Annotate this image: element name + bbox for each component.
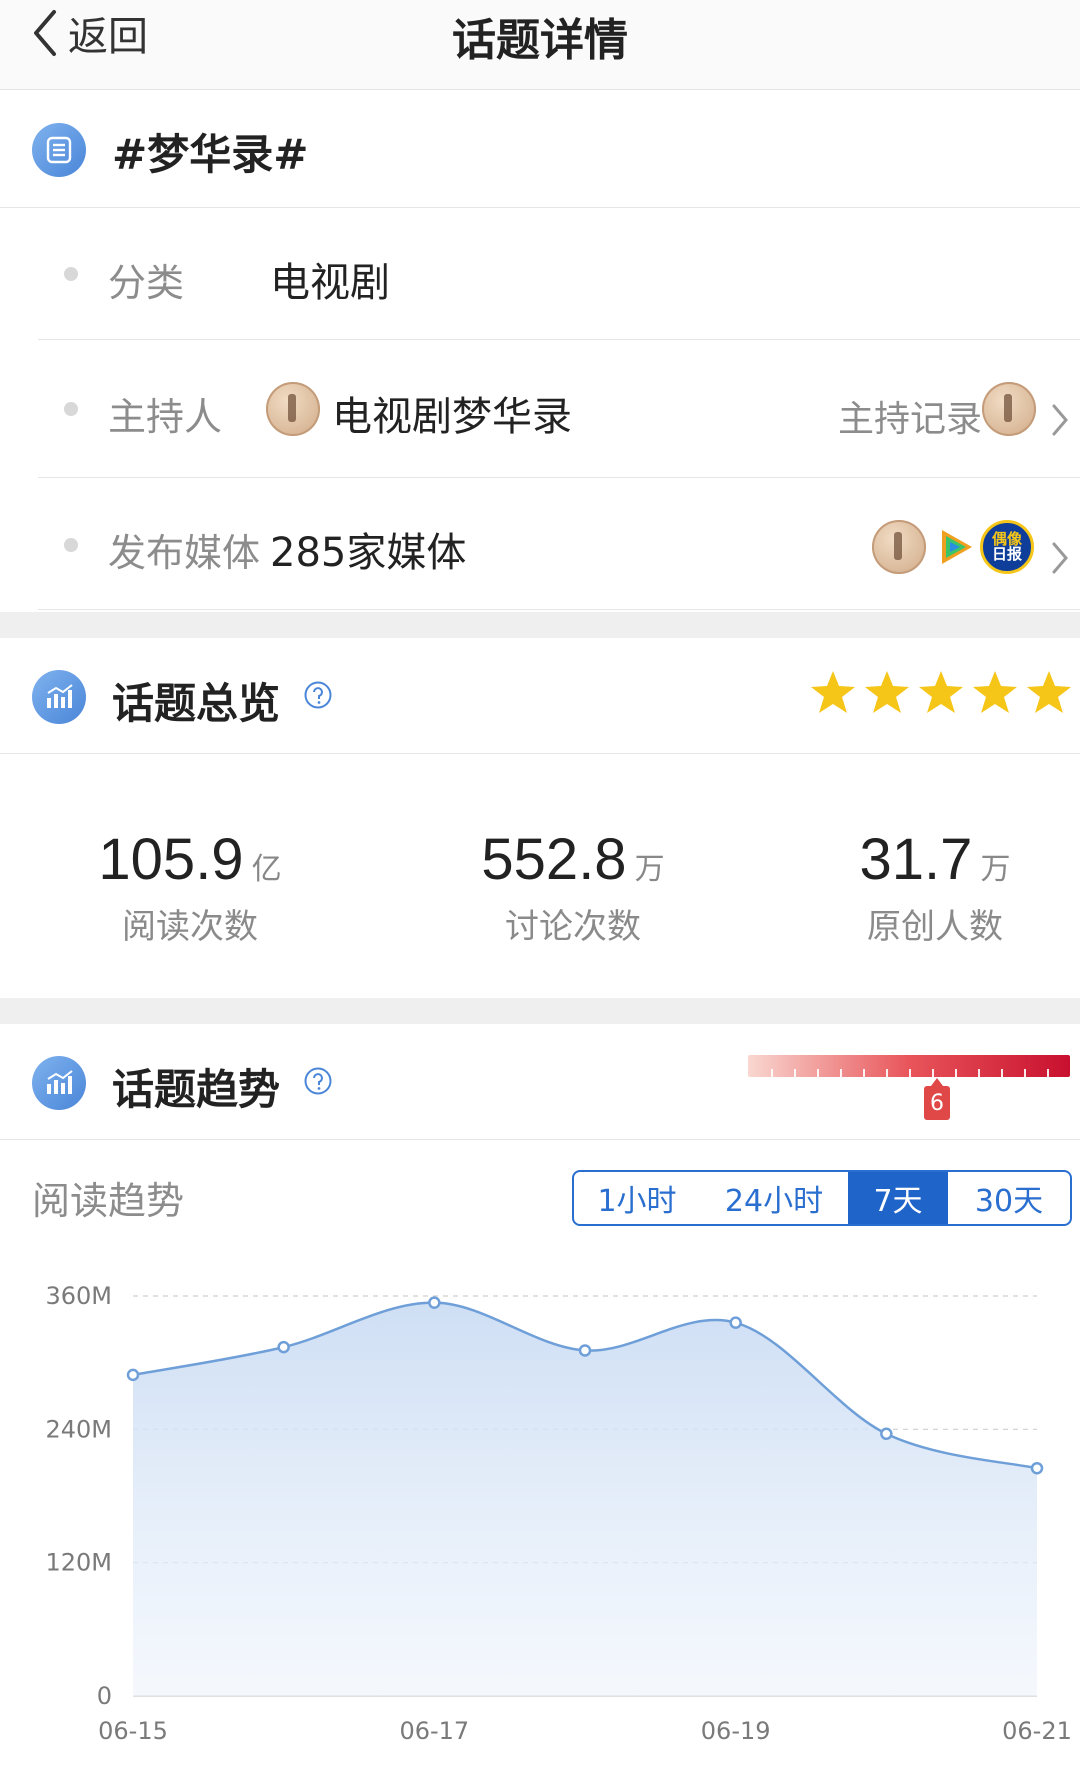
section-divider	[0, 998, 1080, 1024]
star-icon	[865, 671, 909, 713]
bullet-dot	[64, 538, 78, 552]
heat-tick	[1001, 1069, 1003, 1077]
heat-tick	[817, 1069, 819, 1077]
stat-original-label: 原创人数	[867, 907, 1003, 947]
section-divider	[0, 612, 1080, 638]
heat-tick	[932, 1069, 934, 1077]
star-icon	[811, 671, 855, 713]
category-value: 电视剧	[270, 260, 390, 306]
trend-title: 话题趋势	[112, 1065, 281, 1114]
media-value: 285家媒体	[270, 530, 467, 576]
chevron-right-icon	[1052, 542, 1068, 574]
heat-level-bar	[748, 1055, 1070, 1077]
chevron-right-icon	[1052, 404, 1068, 436]
category-label: 分类	[108, 261, 185, 305]
host-row[interactable]: 主持人 电视剧梦华录 主持记录	[38, 340, 1080, 478]
star-icon	[919, 671, 963, 713]
bullet-dot	[64, 267, 78, 281]
read-trend-chart: 0 120M 240M 360M 06-15 06-17 06-19 06-21	[45, 1282, 1072, 1745]
menghualu-avatar-icon	[872, 520, 926, 574]
heat-tick	[909, 1069, 911, 1077]
y-tick-label: 120M	[45, 1549, 112, 1577]
stat-discuss-label: 讨论次数	[505, 907, 641, 947]
data-point	[880, 1427, 893, 1441]
overview-header: 话题总览	[0, 638, 1080, 754]
data-point	[428, 1296, 441, 1309]
overview-title: 话题总览	[112, 679, 281, 728]
y-tick-label: 0	[97, 1682, 112, 1710]
help-icon[interactable]	[303, 680, 333, 710]
host-label: 主持人	[108, 395, 223, 439]
heat-tick	[863, 1069, 865, 1077]
idol-daily-text-bottom: 日报	[991, 545, 1022, 563]
heat-tick	[771, 1069, 773, 1077]
stat-original-value: 31.7	[859, 827, 973, 892]
idol-daily-icon: 偶像 日报	[980, 520, 1034, 574]
stat-read-value: 105.9	[98, 827, 244, 892]
range-30d-button[interactable]: 30天	[948, 1172, 1070, 1224]
stat-original-unit: 万	[980, 852, 1011, 887]
stat-original: 31.7 万 原创人数	[785, 826, 1080, 948]
host-name[interactable]: 电视剧梦华录	[332, 384, 572, 442]
x-tick-label: 06-19	[701, 1717, 771, 1745]
nav-bar: 返回 话题详情	[0, 0, 1080, 90]
x-tick-label: 06-17	[399, 1717, 469, 1745]
x-tick-label: 06-21	[1002, 1717, 1072, 1745]
topic-header: #梦华录#	[0, 91, 1080, 208]
help-icon[interactable]	[303, 1066, 333, 1096]
category-row: 分类 电视剧	[38, 208, 1080, 340]
y-tick-label: 240M	[45, 1415, 112, 1443]
host-avatar	[266, 382, 320, 436]
bar-chart-icon	[32, 670, 86, 724]
range-1h-button[interactable]: 1小时	[574, 1172, 700, 1224]
x-tick-label: 06-15	[98, 1717, 168, 1745]
media-row[interactable]: 发布媒体 285家媒体 偶像 日报	[38, 478, 1080, 610]
heat-level-marker: 6	[924, 1078, 950, 1120]
stat-discuss-value: 552.8	[481, 827, 627, 892]
list-doc-icon	[32, 123, 86, 177]
bullet-dot	[64, 402, 78, 416]
star-icon	[973, 671, 1017, 713]
heat-tick	[1024, 1069, 1026, 1077]
host-record-avatar	[982, 382, 1036, 436]
heat-tick	[886, 1069, 888, 1077]
data-point	[1030, 1461, 1044, 1475]
data-point	[277, 1340, 290, 1354]
heat-tick	[1047, 1069, 1049, 1077]
data-point	[578, 1344, 592, 1357]
heat-tick	[840, 1069, 842, 1077]
host-record-label[interactable]: 主持记录	[838, 390, 982, 442]
data-point	[729, 1316, 742, 1329]
media-label: 发布媒体	[108, 531, 261, 575]
video-play-icon	[942, 530, 972, 564]
y-tick-label: 360M	[45, 1282, 112, 1310]
stat-read-unit: 亿	[251, 852, 282, 887]
trend-header: 话题趋势	[0, 1024, 1080, 1140]
range-7d-button[interactable]: 7天	[848, 1172, 948, 1224]
stat-read-label: 阅读次数	[122, 907, 258, 947]
range-segmented-control: 1小时 24小时 7天 30天	[572, 1170, 1072, 1226]
topic-title: #梦华录#	[112, 130, 309, 179]
read-trend-label: 阅读趋势	[32, 1179, 185, 1223]
stat-read: 105.9 亿 阅读次数	[40, 826, 340, 948]
series-area	[133, 1302, 1037, 1696]
heat-tick	[978, 1069, 980, 1077]
page-title: 话题详情	[452, 15, 628, 66]
bar-chart-icon	[32, 1056, 86, 1110]
heat-tick	[955, 1069, 957, 1077]
stat-discuss-unit: 万	[634, 852, 665, 887]
star-icon	[1027, 671, 1071, 713]
data-point	[126, 1368, 140, 1382]
range-24h-button[interactable]: 24小时	[700, 1172, 848, 1224]
heat-tick	[794, 1069, 796, 1077]
stat-discuss: 552.8 万 讨论次数	[423, 826, 723, 948]
